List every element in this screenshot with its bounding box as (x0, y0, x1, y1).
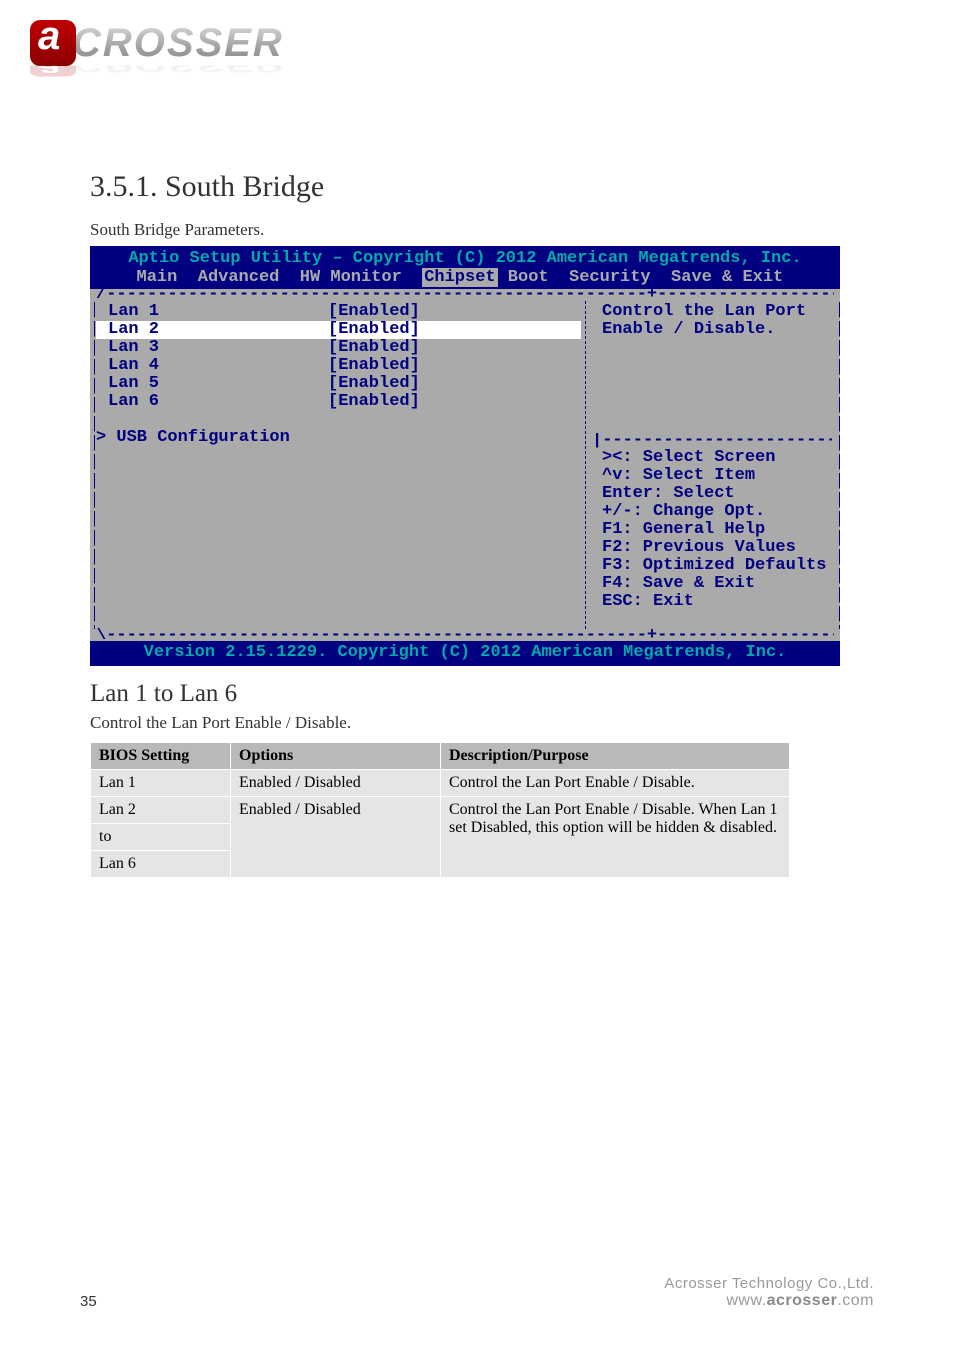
bios-keyhint: F2: Previous Values (592, 539, 832, 557)
section-intro: South Bridge Parameters. (90, 220, 264, 240)
bios-keyhint: ><: Select Screen (592, 449, 832, 467)
page-number: 35 (80, 1293, 97, 1310)
th-options: Options (231, 743, 441, 770)
footer-url-bold: acrosser (767, 1292, 838, 1309)
bios-item[interactable]: Lan 6[Enabled] (96, 393, 581, 411)
footer-company: Acrosser Technology Co.,Ltd. (664, 1275, 874, 1292)
bios-keyhint: ESC: Exit (592, 593, 832, 611)
bios-item[interactable]: Lan 4[Enabled] (96, 357, 581, 375)
page-footer: Acrosser Technology Co.,Ltd. www.acrosse… (664, 1275, 874, 1310)
options-table: BIOS Setting Options Description/Purpose… (90, 742, 790, 878)
th-setting: BIOS Setting (91, 743, 231, 770)
table-row: Lan 1Enabled / DisabledControl the Lan P… (91, 770, 790, 797)
bios-border-right: | | | | | | | | | | | | | | | | | | | (835, 301, 840, 629)
subsection-desc: Control the Lan Port Enable / Disable. (90, 713, 351, 733)
footer-url: www.acrosser.com (664, 1292, 874, 1310)
bios-right-pane: Control the Lan Port Enable / Disable. |… (592, 303, 832, 611)
bios-item[interactable]: Lan 3[Enabled] (96, 339, 581, 357)
bios-vert-sep (585, 301, 586, 629)
bios-border-bottom: \---------------------------------------… (96, 628, 834, 643)
bios-body: /---------------------------------------… (90, 289, 840, 641)
subsection-title: Lan 1 to Lan 6 (90, 680, 237, 708)
bios-footer: Version 2.15.1229. Copyright (C) 2012 Am… (90, 641, 840, 666)
bios-keyhint: +/-: Change Opt. (592, 503, 832, 521)
bios-keyhint: F1: General Help (592, 521, 832, 539)
bios-item[interactable]: Lan 5[Enabled] (96, 375, 581, 393)
bios-right-sep: |------------------------ (592, 433, 832, 449)
bios-keyhint: F4: Save & Exit (592, 575, 832, 593)
bios-left-pane: Lan 1[Enabled]Lan 2[Enabled]Lan 3[Enable… (96, 303, 581, 447)
brand-text: CROSSER (72, 21, 284, 66)
bios-keyhint: Enter: Select (592, 485, 832, 503)
footer-url-post: .com (837, 1292, 874, 1309)
page-title: 3.5.1. South Bridge (90, 170, 324, 204)
bios-keyhint: F3: Optimized Defaults (592, 557, 832, 575)
brand-a-icon (30, 20, 76, 66)
th-desc: Description/Purpose (441, 743, 790, 770)
bios-submenu[interactable]: > USB Configuration (96, 429, 581, 447)
bios-header-title: Aptio Setup Utility – Copyright (C) 2012… (90, 249, 840, 268)
table-header-row: BIOS Setting Options Description/Purpose (91, 743, 790, 770)
bios-keyhint: ^v: Select Item (592, 467, 832, 485)
bios-border-top: /---------------------------------------… (96, 287, 834, 302)
bios-menu-bar: Main Advanced HW Monitor Chipset Boot Se… (90, 268, 840, 289)
bios-screenshot: Aptio Setup Utility – Copyright (C) 2012… (90, 246, 840, 653)
bios-item[interactable]: Lan 1[Enabled] (96, 303, 581, 321)
bios-border-left: | | | | | | | | | | | | | | | | | | | (90, 301, 95, 629)
bios-help-text: Control the Lan Port Enable / Disable. (592, 303, 832, 339)
bios-item[interactable]: Lan 2[Enabled] (96, 321, 581, 339)
logo: CROSSER CROSSER (30, 20, 284, 82)
bios-header: Aptio Setup Utility – Copyright (C) 2012… (90, 246, 840, 289)
table-row: Lan 2Enabled / DisabledControl the Lan P… (91, 797, 790, 824)
footer-url-pre: www. (726, 1292, 766, 1309)
